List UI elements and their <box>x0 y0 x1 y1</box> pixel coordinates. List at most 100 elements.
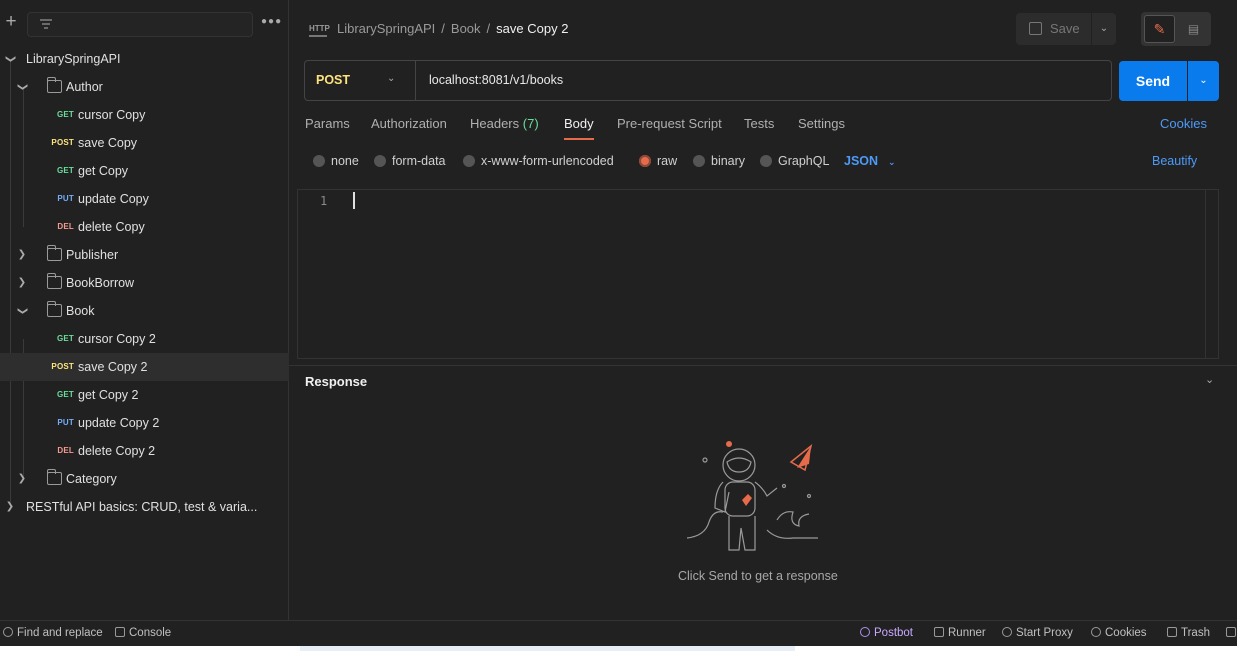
chevron-right-icon[interactable]: ❯ <box>3 493 17 521</box>
tab-pre-request-script[interactable]: Pre-request Script <box>617 114 722 140</box>
chevron-down-icon[interactable]: ⌄ <box>1205 373 1214 386</box>
console-button[interactable]: Console <box>115 627 171 639</box>
method-badge: PUT <box>57 194 74 203</box>
tree-item-label: get Copy <box>78 164 129 178</box>
trash-button[interactable]: Trash <box>1167 627 1210 639</box>
save-label: Save <box>1050 21 1080 36</box>
radio-circle <box>760 155 772 167</box>
chevron-down-icon[interactable]: ❯ <box>0 52 24 66</box>
tree-request[interactable]: PUT update Copy 2 <box>0 409 289 437</box>
save-dropdown-button[interactable]: ⌄ <box>1092 13 1116 45</box>
method-select[interactable]: POST ⌄ <box>305 61 416 100</box>
tree-item-label: delete Copy 2 <box>78 444 156 458</box>
body-format-value: JSON <box>844 154 879 168</box>
folder-icon <box>47 301 62 317</box>
tree-folder-author[interactable]: ❯ Author <box>0 73 289 101</box>
method-badge: DEL <box>57 446 74 455</box>
collection-tree: ❯ LibrarySpringAPI ❯ Author GET cursor C… <box>0 45 289 521</box>
tree-request[interactable]: GET get Copy 2 <box>0 381 289 409</box>
request-name[interactable]: save Copy 2 <box>496 21 568 36</box>
tree-request[interactable]: GET get Copy <box>0 157 289 185</box>
folder-icon <box>47 77 62 93</box>
tree-request[interactable]: POST save Copy <box>0 129 289 157</box>
tree-request[interactable]: GET cursor Copy <box>0 101 289 129</box>
tab-authorization[interactable]: Authorization <box>371 114 447 140</box>
tab-params[interactable]: Params <box>305 114 350 140</box>
tree-request[interactable]: PUT update Copy <box>0 185 289 213</box>
tab-headers[interactable]: Headers (7) <box>470 114 539 140</box>
folder-icon <box>47 273 62 289</box>
text-cursor <box>353 192 355 209</box>
chevron-down-icon[interactable]: ❯ <box>8 304 36 318</box>
cookies-link[interactable]: Cookies <box>1160 116 1207 131</box>
body-format-select[interactable]: JSON ⌄ <box>844 152 896 171</box>
url-input[interactable] <box>429 73 1029 87</box>
sidebar: + ●●● ❯ LibrarySpringAPI ❯ Author GET cu… <box>0 0 289 620</box>
tree-item-label: save Copy 2 <box>78 360 148 374</box>
tree-folder-book[interactable]: ❯ Book <box>0 297 289 325</box>
folder-icon <box>47 245 62 261</box>
tree-folder-publisher[interactable]: ❯ Publisher <box>0 241 289 269</box>
tab-settings[interactable]: Settings <box>798 114 845 140</box>
save-icon <box>1029 22 1042 35</box>
send-dropdown-button[interactable]: ⌄ <box>1188 61 1219 101</box>
cookies-button[interactable]: Cookies <box>1091 627 1147 639</box>
line-number: 1 <box>320 194 328 208</box>
tree-item-label: Category <box>66 472 117 486</box>
chevron-right-icon[interactable]: ❯ <box>15 241 29 269</box>
status-label: Find and replace <box>17 627 103 639</box>
tree-item-label: LibrarySpringAPI <box>26 52 121 66</box>
chevron-down-icon: ⌄ <box>387 73 396 84</box>
url-bar: POST ⌄ <box>304 60 1112 101</box>
layout-icon[interactable] <box>1226 627 1237 639</box>
status-bar: Find and replace Console Postbot Runner … <box>0 620 1237 646</box>
beautify-link[interactable]: Beautify <box>1152 152 1197 170</box>
tree-item-label: save Copy <box>78 136 138 150</box>
start-proxy-button[interactable]: Start Proxy <box>1002 627 1073 639</box>
edit-pencil-icon[interactable]: ✎ <box>1144 15 1175 43</box>
send-button[interactable]: Send <box>1119 61 1187 101</box>
response-header[interactable]: Response ⌄ <box>289 365 1237 397</box>
runner-button[interactable]: Runner <box>934 627 986 639</box>
breadcrumb-collection[interactable]: LibrarySpringAPI <box>337 21 435 36</box>
more-options-icon[interactable]: ●●● <box>261 16 282 27</box>
console-icon <box>115 627 125 637</box>
search-icon <box>3 627 13 637</box>
tab-body[interactable]: Body <box>564 114 594 140</box>
chevron-right-icon[interactable]: ❯ <box>15 269 29 297</box>
body-editor[interactable]: 1 <box>297 189 1219 359</box>
chevron-right-icon[interactable]: ❯ <box>15 465 29 493</box>
radio-circle <box>463 155 475 167</box>
method-badge: GET <box>56 166 74 175</box>
proxy-icon <box>1002 627 1012 637</box>
status-label: Console <box>129 627 172 639</box>
status-label: Runner <box>948 627 986 639</box>
new-item-plus-icon[interactable]: + <box>3 12 19 31</box>
save-button[interactable]: Save <box>1016 13 1091 45</box>
chevron-down-icon[interactable]: ❯ <box>8 80 36 94</box>
tree-collection-restful[interactable]: ❯ RESTful API basics: CRUD, test & varia… <box>0 493 289 521</box>
breadcrumb-separator: / <box>486 21 491 36</box>
postbot-button[interactable]: Postbot <box>860 627 913 639</box>
response-title: Response <box>305 374 368 389</box>
chevron-down-icon: ⌄ <box>1099 23 1109 34</box>
comment-icon[interactable]: ▤ <box>1179 15 1208 43</box>
find-and-replace-button[interactable]: Find and replace <box>3 627 103 639</box>
tree-folder-bookborrow[interactable]: ❯ BookBorrow <box>0 269 289 297</box>
tree-request[interactable]: GET cursor Copy 2 <box>0 325 289 353</box>
breadcrumb-folder[interactable]: Book <box>451 21 481 36</box>
filter-icon <box>40 19 52 29</box>
status-label: Cookies <box>1105 627 1147 639</box>
tab-tests[interactable]: Tests <box>744 114 774 140</box>
tree-item-label: RESTful API basics: CRUD, test & varia..… <box>26 500 258 514</box>
tree-request[interactable]: DEL delete Copy <box>0 213 289 241</box>
tree-request[interactable]: DEL delete Copy 2 <box>0 437 289 465</box>
tree-collection-libraryspringapi[interactable]: ❯ LibrarySpringAPI <box>0 45 289 73</box>
tree-request-selected[interactable]: POST save Copy 2 <box>0 353 289 381</box>
status-label: Postbot <box>874 627 913 639</box>
editor-scrollbar[interactable] <box>1205 190 1206 358</box>
tree-folder-category[interactable]: ❯ Category <box>0 465 289 493</box>
sidebar-toolbar: + ●●● <box>0 10 289 40</box>
filter-input[interactable] <box>27 12 253 37</box>
tab-label: Headers <box>470 116 520 131</box>
